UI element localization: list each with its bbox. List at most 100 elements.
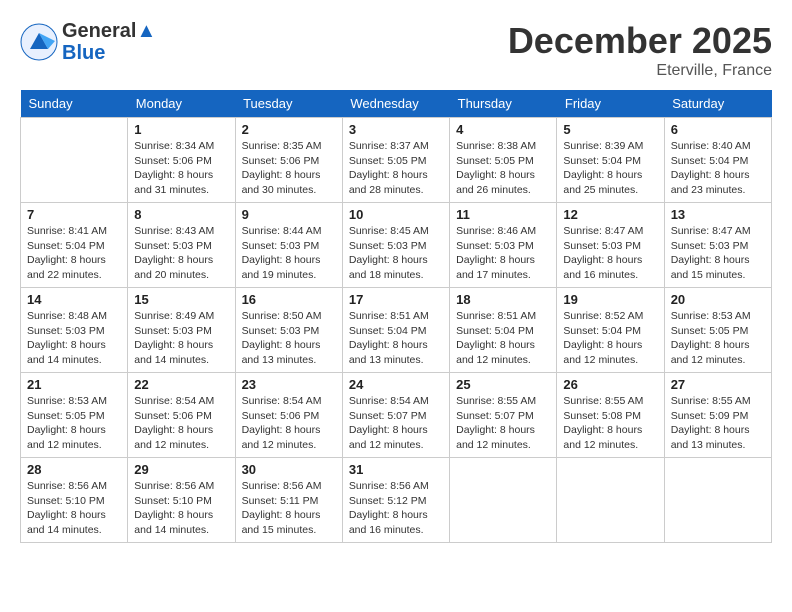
header-thursday: Thursday [450, 90, 557, 118]
day-cell: 16 Sunrise: 8:50 AM Sunset: 5:03 PM Dayli… [235, 288, 342, 373]
day-cell: 13 Sunrise: 8:47 AM Sunset: 5:03 PM Dayli… [664, 203, 771, 288]
day-number: 23 [242, 377, 336, 392]
day-info: Sunrise: 8:49 AM Sunset: 5:03 PM Dayligh… [134, 309, 228, 368]
day-number: 19 [563, 292, 657, 307]
day-number: 2 [242, 122, 336, 137]
day-info: Sunrise: 8:54 AM Sunset: 5:06 PM Dayligh… [134, 394, 228, 453]
day-cell: 5 Sunrise: 8:39 AM Sunset: 5:04 PM Daylig… [557, 118, 664, 203]
day-cell: 7Sunrise: 8:41 AM Sunset: 5:04 PM Daylig… [21, 203, 128, 288]
day-cell: 22 Sunrise: 8:54 AM Sunset: 5:06 PM Dayli… [128, 373, 235, 458]
weekday-header-row: Sunday Monday Tuesday Wednesday Thursday… [21, 90, 772, 118]
day-info: Sunrise: 8:56 AM Sunset: 5:10 PM Dayligh… [27, 479, 121, 538]
logo-icon [20, 23, 58, 61]
day-number: 16 [242, 292, 336, 307]
day-number: 18 [456, 292, 550, 307]
day-number: 11 [456, 207, 550, 222]
day-number: 7 [27, 207, 121, 222]
day-number: 22 [134, 377, 228, 392]
week-row-3: 14 Sunrise: 8:48 AM Sunset: 5:03 PM Dayli… [21, 288, 772, 373]
day-cell: 12 Sunrise: 8:47 AM Sunset: 5:03 PM Dayli… [557, 203, 664, 288]
week-row-1: 1 Sunrise: 8:34 AM Sunset: 5:06 PM Daylig… [21, 118, 772, 203]
day-cell: 30 Sunrise: 8:56 AM Sunset: 5:11 PM Dayli… [235, 458, 342, 543]
day-info: Sunrise: 8:55 AM Sunset: 5:07 PM Dayligh… [456, 394, 550, 453]
header-monday: Monday [128, 90, 235, 118]
day-info: Sunrise: 8:40 AM Sunset: 5:04 PM Dayligh… [671, 139, 765, 198]
day-cell: 21 Sunrise: 8:53 AM Sunset: 5:05 PM Dayli… [21, 373, 128, 458]
day-cell: 6 Sunrise: 8:40 AM Sunset: 5:04 PM Daylig… [664, 118, 771, 203]
day-number: 15 [134, 292, 228, 307]
day-info: Sunrise: 8:50 AM Sunset: 5:03 PM Dayligh… [242, 309, 336, 368]
day-info: Sunrise: 8:34 AM Sunset: 5:06 PM Dayligh… [134, 139, 228, 198]
day-cell: 1 Sunrise: 8:34 AM Sunset: 5:06 PM Daylig… [128, 118, 235, 203]
header-wednesday: Wednesday [342, 90, 449, 118]
day-cell: 24 Sunrise: 8:54 AM Sunset: 5:07 PM Dayli… [342, 373, 449, 458]
day-number: 24 [349, 377, 443, 392]
day-info: Sunrise: 8:37 AM Sunset: 5:05 PM Dayligh… [349, 139, 443, 198]
day-info: Sunrise: 8:47 AM Sunset: 5:03 PM Dayligh… [563, 224, 657, 283]
header-saturday: Saturday [664, 90, 771, 118]
day-info: Sunrise: 8:51 AM Sunset: 5:04 PM Dayligh… [456, 309, 550, 368]
day-number: 25 [456, 377, 550, 392]
logo-text: General▲ [62, 20, 156, 42]
logo-blue: Blue [62, 42, 156, 64]
day-info: Sunrise: 8:54 AM Sunset: 5:07 PM Dayligh… [349, 394, 443, 453]
day-number: 6 [671, 122, 765, 137]
day-info: Sunrise: 8:43 AM Sunset: 5:03 PM Dayligh… [134, 224, 228, 283]
day-cell: 3Sunrise: 8:37 AM Sunset: 5:05 PM Daylig… [342, 118, 449, 203]
day-cell: 31Sunrise: 8:56 AM Sunset: 5:12 PM Dayli… [342, 458, 449, 543]
day-cell: 9Sunrise: 8:44 AM Sunset: 5:03 PM Daylig… [235, 203, 342, 288]
month-title: December 2025 [508, 20, 772, 62]
week-row-4: 21 Sunrise: 8:53 AM Sunset: 5:05 PM Dayli… [21, 373, 772, 458]
day-number: 28 [27, 462, 121, 477]
day-number: 30 [242, 462, 336, 477]
day-cell: 2 Sunrise: 8:35 AM Sunset: 5:06 PM Daylig… [235, 118, 342, 203]
logo: General▲ Blue [20, 20, 156, 64]
day-info: Sunrise: 8:46 AM Sunset: 5:03 PM Dayligh… [456, 224, 550, 283]
day-number: 5 [563, 122, 657, 137]
page-header: General▲ Blue December 2025 Eterville, F… [20, 20, 772, 80]
day-cell [21, 118, 128, 203]
day-info: Sunrise: 8:55 AM Sunset: 5:09 PM Dayligh… [671, 394, 765, 453]
day-cell [664, 458, 771, 543]
day-cell: 4Sunrise: 8:38 AM Sunset: 5:05 PM Daylig… [450, 118, 557, 203]
day-cell: 28 Sunrise: 8:56 AM Sunset: 5:10 PM Dayli… [21, 458, 128, 543]
day-cell: 20Sunrise: 8:53 AM Sunset: 5:05 PM Dayli… [664, 288, 771, 373]
day-info: Sunrise: 8:48 AM Sunset: 5:03 PM Dayligh… [27, 309, 121, 368]
day-cell: 15 Sunrise: 8:49 AM Sunset: 5:03 PM Dayli… [128, 288, 235, 373]
day-number: 14 [27, 292, 121, 307]
day-number: 8 [134, 207, 228, 222]
day-info: Sunrise: 8:53 AM Sunset: 5:05 PM Dayligh… [27, 394, 121, 453]
day-cell: 25 Sunrise: 8:55 AM Sunset: 5:07 PM Dayli… [450, 373, 557, 458]
day-info: Sunrise: 8:47 AM Sunset: 5:03 PM Dayligh… [671, 224, 765, 283]
day-cell: 26Sunrise: 8:55 AM Sunset: 5:08 PM Dayli… [557, 373, 664, 458]
day-number: 20 [671, 292, 765, 307]
header-sunday: Sunday [21, 90, 128, 118]
day-cell: 14 Sunrise: 8:48 AM Sunset: 5:03 PM Dayli… [21, 288, 128, 373]
day-info: Sunrise: 8:56 AM Sunset: 5:12 PM Dayligh… [349, 479, 443, 538]
day-number: 10 [349, 207, 443, 222]
day-number: 21 [27, 377, 121, 392]
day-cell: 27 Sunrise: 8:55 AM Sunset: 5:09 PM Dayli… [664, 373, 771, 458]
day-cell: 10Sunrise: 8:45 AM Sunset: 5:03 PM Dayli… [342, 203, 449, 288]
day-number: 26 [563, 377, 657, 392]
day-number: 17 [349, 292, 443, 307]
day-cell: 17Sunrise: 8:51 AM Sunset: 5:04 PM Dayli… [342, 288, 449, 373]
day-number: 12 [563, 207, 657, 222]
day-number: 27 [671, 377, 765, 392]
day-info: Sunrise: 8:56 AM Sunset: 5:11 PM Dayligh… [242, 479, 336, 538]
day-info: Sunrise: 8:39 AM Sunset: 5:04 PM Dayligh… [563, 139, 657, 198]
day-info: Sunrise: 8:56 AM Sunset: 5:10 PM Dayligh… [134, 479, 228, 538]
day-number: 13 [671, 207, 765, 222]
day-info: Sunrise: 8:38 AM Sunset: 5:05 PM Dayligh… [456, 139, 550, 198]
title-block: December 2025 Eterville, France [508, 20, 772, 80]
header-tuesday: Tuesday [235, 90, 342, 118]
day-cell [450, 458, 557, 543]
day-cell: 29 Sunrise: 8:56 AM Sunset: 5:10 PM Dayli… [128, 458, 235, 543]
day-number: 29 [134, 462, 228, 477]
day-cell [557, 458, 664, 543]
day-info: Sunrise: 8:35 AM Sunset: 5:06 PM Dayligh… [242, 139, 336, 198]
day-info: Sunrise: 8:52 AM Sunset: 5:04 PM Dayligh… [563, 309, 657, 368]
day-info: Sunrise: 8:44 AM Sunset: 5:03 PM Dayligh… [242, 224, 336, 283]
day-cell: 19 Sunrise: 8:52 AM Sunset: 5:04 PM Dayli… [557, 288, 664, 373]
day-number: 1 [134, 122, 228, 137]
